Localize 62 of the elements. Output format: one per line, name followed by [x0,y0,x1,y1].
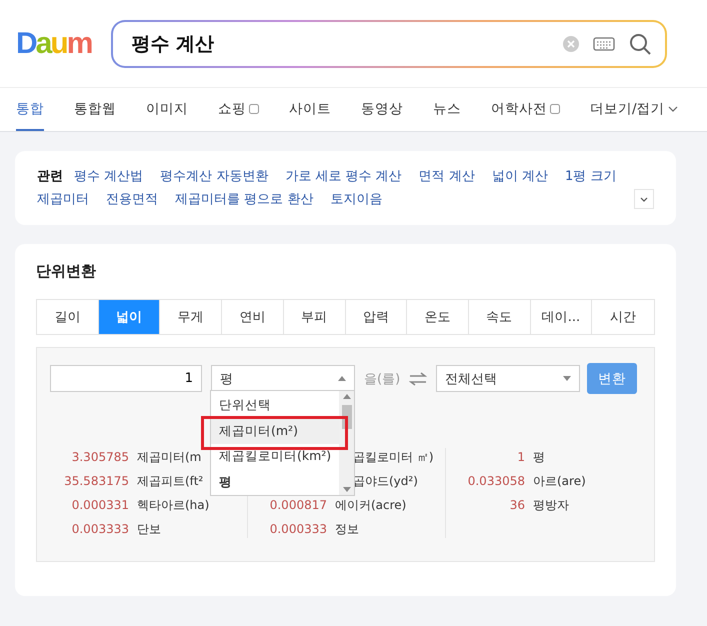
result-unit: 아르(are) [533,472,586,490]
result-value: 0.003333 [70,522,129,536]
search-input[interactable]: 평수 계산 [129,32,550,56]
nav-tab[interactable]: 동영상 [361,88,403,131]
related-link[interactable]: 평수 계산법 [74,168,144,186]
to-unit-select[interactable]: 전체선택 [436,365,580,392]
result-value: 0.000817 [268,498,327,512]
converter-title: 단위변환 [36,262,97,281]
nav-tab[interactable]: 이미지 [146,88,188,131]
window-icon [550,104,560,114]
nav-tab[interactable]: 통합 [16,88,44,131]
caret-icon [342,487,351,492]
nav-tab[interactable]: 통합웹 [74,88,116,131]
nav-tab[interactable]: 쇼핑 [218,88,259,131]
related-label: 관련 [37,168,63,186]
result-value: 1 [516,450,525,464]
result-unit: 정보 [335,520,359,538]
related-link[interactable]: 면적 계산 [418,168,475,186]
result-unit: 평 [533,448,545,466]
chevron-down-icon [668,106,678,112]
result-unit: 에이커(acre) [335,496,406,514]
result-unit: 단보 [137,520,161,538]
related-link[interactable]: 평수계산 자동변환 [160,168,268,186]
scrollbar[interactable] [339,391,354,495]
nav-tab[interactable]: 사이트 [289,88,331,131]
result-value: 0.000331 [70,498,129,512]
result-unit: 제곱미터(m [137,448,202,466]
result-unit: 헥타아르(ha) [137,496,210,514]
related-link[interactable]: 넓이 계산 [492,168,548,186]
result-value: 0.000333 [268,522,327,536]
result-unit: 평방자 [533,496,569,514]
nav-tab[interactable]: 어학사전 [491,88,560,131]
result-value: 35.583175 [63,474,129,488]
related-link[interactable]: 가로 세로 평수 계산 [285,168,402,186]
dropdown-option[interactable]: 제곱미터(m²) [211,418,340,444]
amount-field[interactable]: 1 [50,365,202,392]
nav-tab[interactable]: 뉴스 [433,88,461,131]
keyboard-icon[interactable] [593,36,616,50]
window-icon [249,104,259,114]
result-unit: 제곱피트(ft² [137,472,204,490]
particle-label: 을(를) [364,370,400,388]
search-field[interactable]: 평수 계산 [111,20,668,68]
result-value: 3.305785 [70,450,129,464]
related-link[interactable]: 전용면적 [106,191,158,209]
result-unit: 곱킬로미터 ㎡) [353,448,434,466]
result-value: 36 [508,498,525,512]
related-link[interactable]: 토지이음 [330,191,382,209]
logo[interactable]: Daum [16,26,92,60]
related-link[interactable]: 1평 크기 [564,168,616,186]
search-icon[interactable] [629,32,652,54]
swap-icon[interactable] [409,372,428,386]
result-value: 0.033058 [466,474,525,488]
nav-tab[interactable]: 더보기/접기 [590,88,678,131]
chevron-down-icon [640,196,648,202]
caret-icon [342,394,351,399]
caret-icon [338,376,346,381]
expand-button[interactable] [634,189,654,209]
from-unit-select[interactable]: 평 [211,365,355,392]
related-link[interactable]: 제곱미터 [37,191,89,209]
caret-icon [563,376,572,381]
related-link[interactable]: 제곱미터를 평으로 환산 [175,191,314,209]
result-unit: 곱야드(yd²) [353,472,418,490]
